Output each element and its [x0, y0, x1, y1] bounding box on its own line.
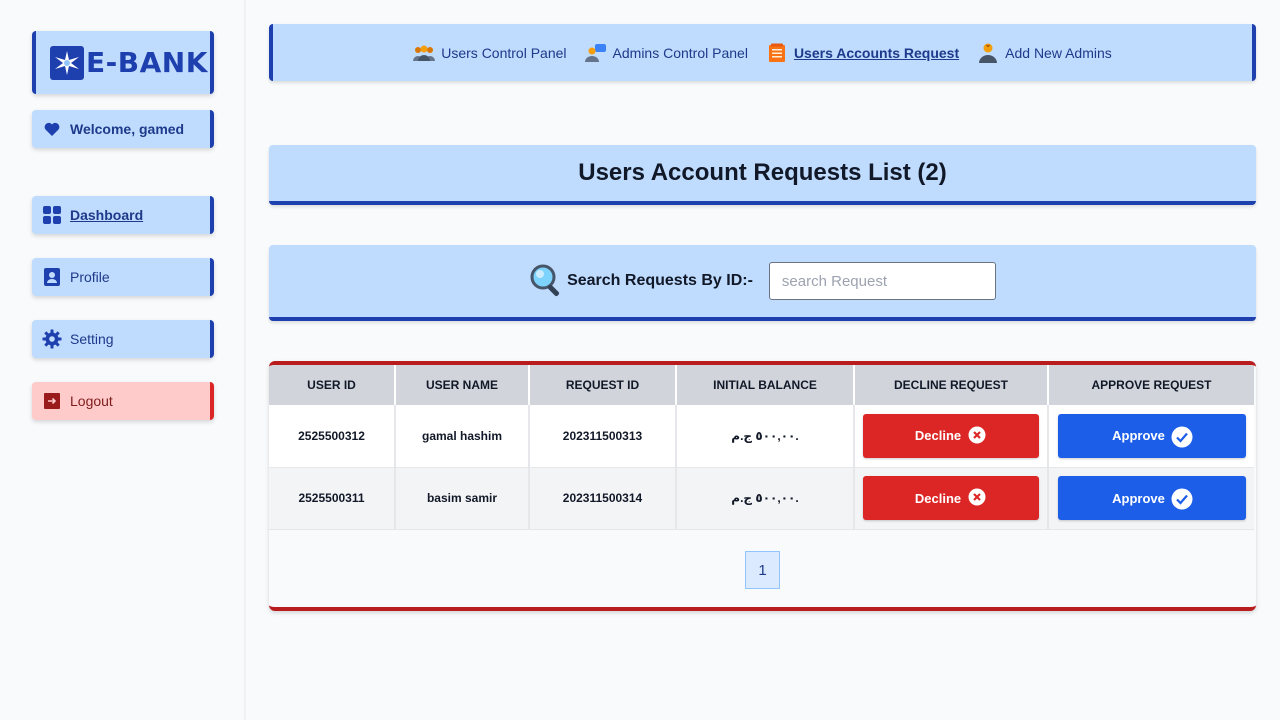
x-circle-icon [967, 426, 987, 446]
sidebar: E-BANK Welcome, gamed Dashboard Profile [0, 0, 246, 720]
x-circle-icon [967, 488, 987, 508]
column-header: USER ID [269, 365, 396, 405]
title-bar: Users Account Requests List (2) [269, 145, 1256, 205]
top-nav: Users Control Panel Admins Control Panel… [269, 24, 1256, 81]
decline-button[interactable]: Decline [863, 413, 1039, 458]
search-label: Search Requests By ID:- [529, 263, 753, 299]
welcome-badge: Welcome, gamed [32, 110, 214, 148]
user-add-icon [977, 42, 999, 64]
cell-decline: Decline [854, 405, 1049, 468]
decline-button[interactable]: Decline [863, 476, 1039, 520]
search-label-text: Search Requests By ID:- [567, 272, 753, 289]
column-header: INITIAL BALANCE [676, 365, 855, 405]
nav-add-new-admins[interactable]: Add New Admins [977, 42, 1112, 64]
sidebar-item-label: Logout [70, 393, 113, 409]
search-bar: Search Requests By ID:- [269, 245, 1256, 321]
cell-approve: Approve [1048, 467, 1254, 530]
page-title: Users Account Requests List (2) [578, 159, 947, 186]
users-group-icon [413, 42, 436, 64]
search-input[interactable] [768, 262, 996, 300]
sidebar-item-dashboard[interactable]: Dashboard [32, 196, 214, 234]
welcome-text: Welcome, gamed [70, 121, 185, 137]
pagination: 1 [745, 551, 780, 589]
cell-initial-balance: ٥٠٠,٠٠ ج.م. [676, 467, 855, 530]
user-card-icon [42, 267, 62, 287]
column-header: APPROVE REQUEST [1048, 365, 1254, 405]
table-row: 2525500311 basim samir 202311500314 ٥٠٠,… [269, 467, 1254, 530]
cell-initial-balance: ٥٠٠,٠٠ ج.م. [676, 405, 855, 468]
sidebar-item-logout[interactable]: Logout [32, 382, 214, 420]
bank-logo-icon [50, 45, 84, 80]
brand-name: E-BANK [86, 46, 208, 79]
document-list-icon [766, 42, 788, 64]
column-header: USER NAME [395, 365, 530, 405]
cell-approve: Approve [1048, 405, 1254, 468]
decline-label: Decline [914, 428, 962, 444]
requests-table-card: USER ID USER NAME REQUEST ID INITIAL BAL… [269, 361, 1256, 611]
check-circle-icon [1171, 488, 1193, 510]
admin-chat-icon [584, 42, 607, 64]
check-circle-icon [1171, 426, 1193, 448]
decline-label: Decline [914, 490, 962, 506]
brand-logo[interactable]: E-BANK [32, 31, 214, 94]
nav-item-label: Users Accounts Request [793, 44, 960, 61]
table-header-row: USER ID USER NAME REQUEST ID INITIAL BAL… [269, 365, 1254, 405]
nav-admins-control-panel[interactable]: Admins Control Panel [584, 42, 748, 64]
page-button[interactable]: 1 [745, 551, 780, 589]
sidebar-item-label: Dashboard [70, 207, 144, 223]
approve-button[interactable]: Approve [1057, 413, 1246, 458]
cell-request-id: 202311500313 [529, 405, 677, 468]
sidebar-item-label: Profile [70, 269, 110, 285]
gear-icon [42, 329, 62, 349]
sidebar-item-setting[interactable]: Setting [32, 320, 214, 358]
approve-label: Approve [1112, 490, 1165, 506]
sidebar-item-profile[interactable]: Profile [32, 258, 214, 296]
approve-label: Approve [1112, 428, 1165, 444]
heart-icon [42, 119, 62, 139]
cell-user-id: 2525500312 [269, 405, 396, 468]
column-header: REQUEST ID [529, 365, 677, 405]
cell-decline: Decline [854, 467, 1049, 530]
logout-icon [42, 391, 62, 411]
cell-user-name: gamal hashim [395, 405, 530, 468]
magnifier-icon [529, 263, 565, 299]
requests-table: USER ID USER NAME REQUEST ID INITIAL BAL… [269, 365, 1254, 530]
cell-user-name: basim samir [395, 467, 530, 530]
nav-item-label: Add New Admins [1005, 44, 1112, 61]
grid-icon [42, 205, 62, 225]
table-row: 2525500312 gamal hashim 202311500313 ٥٠٠… [269, 405, 1254, 468]
approve-button[interactable]: Approve [1057, 476, 1246, 520]
nav-item-label: Admins Control Panel [612, 44, 748, 61]
cell-request-id: 202311500314 [529, 467, 677, 530]
nav-item-label: Users Control Panel [441, 44, 567, 61]
cell-user-id: 2525500311 [269, 467, 396, 530]
sidebar-item-label: Setting [70, 331, 114, 347]
column-header: DECLINE REQUEST [854, 365, 1049, 405]
nav-users-control-panel[interactable]: Users Control Panel [413, 42, 567, 64]
nav-users-accounts-request[interactable]: Users Accounts Request [766, 42, 959, 64]
